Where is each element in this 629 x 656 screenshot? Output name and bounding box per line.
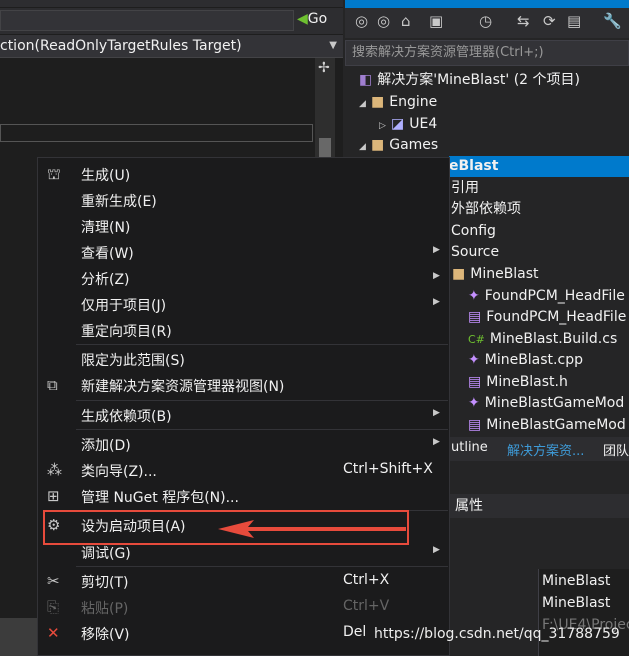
properties-header: 属性 [449, 494, 629, 518]
find-input[interactable] [0, 124, 313, 142]
home-icon[interactable]: ⌂ [401, 12, 411, 30]
go-arrow-icon: ◀ [297, 11, 308, 27]
collapsed-triangle-icon[interactable]: ▷ [379, 116, 391, 137]
menu-item-clean[interactable]: 清理(N) [37, 214, 450, 240]
sync-icon[interactable]: ⇆ [517, 12, 530, 30]
menu-separator [76, 566, 448, 567]
tree-item-solution[interactable]: ◧ 解决方案'MineBlast' (2 个项目) [359, 70, 580, 91]
refresh-icon[interactable]: ⟳ [543, 12, 556, 30]
expanded-triangle-icon[interactable]: ◢ [359, 137, 371, 158]
tree-item-ue4[interactable]: ▷ ◪ UE4 [379, 114, 437, 135]
nuget-icon: ⊞ [47, 487, 60, 505]
pending-changes-icon[interactable]: ◷ [479, 12, 492, 30]
split-view-icon[interactable]: ✢ [318, 60, 330, 76]
header-file-icon: ▤ [468, 309, 482, 325]
tree-item-mineblast-folder[interactable]: ■ MineBlast [452, 264, 539, 285]
navigate-combo[interactable] [0, 10, 294, 31]
submenu-arrow-icon: ▶ [433, 245, 440, 255]
menu-item-manage-nuget[interactable]: ⊞ 管理 NuGet 程序包(N)... [37, 484, 450, 510]
menu-item-build[interactable]: ⛫ 生成(U) [37, 162, 450, 188]
header-file-icon: ▤ [468, 417, 482, 433]
properties-title: 属性 [455, 498, 483, 514]
menu-item-project-only[interactable]: 仅用于项目(J) ▶ [37, 292, 450, 318]
tab-solution-explorer[interactable]: 解决方案资... [507, 440, 584, 459]
go-button[interactable]: ◀Go [297, 11, 327, 27]
tree-item-file[interactable]: ✦ MineBlast.cpp [468, 350, 583, 371]
remove-x-icon: ✕ [47, 624, 60, 642]
submenu-arrow-icon: ▶ [433, 408, 440, 418]
tree-item-engine[interactable]: ◢ ■ Engine [359, 92, 437, 113]
tree-item-file[interactable]: C# MineBlast.Build.cs [468, 329, 617, 350]
menu-item-class-wizard[interactable]: ⁂ 类向导(Z)... Ctrl+Shift+X [37, 458, 450, 484]
tree-item-external-deps[interactable]: 外部依赖项 [451, 199, 521, 220]
solution-search-input[interactable]: 搜索解决方案资源管理器(Ctrl+;) [345, 40, 629, 66]
expanded-triangle-icon[interactable]: ◢ [359, 94, 371, 115]
menu-item-new-explorer-view[interactable]: ⧉ 新建解决方案资源管理器视图(N) [37, 373, 450, 399]
shortcut-label: Ctrl+X [343, 572, 390, 588]
solution-explorer-toolbar: ◎ ◎ ⌂ ▣ ◷ ⇆ ⟳ ▤ 🔧 [345, 8, 629, 38]
chevron-down-icon: ▼ [329, 40, 337, 51]
tab-outline[interactable]: utline [451, 440, 488, 455]
member-combo[interactable]: ction(ReadOnlyTargetRules Target) ▼ [0, 35, 343, 58]
shortcut-label: Ctrl+V [343, 598, 390, 614]
menu-separator [76, 344, 448, 345]
class-file-icon: ✦ [468, 288, 480, 304]
property-value[interactable]: MineBlast [542, 595, 610, 611]
tree-item-references[interactable]: 引用 [451, 178, 479, 199]
menu-item-paste[interactable]: ⎘ 粘贴(P) Ctrl+V [37, 595, 450, 621]
menu-item-rebuild[interactable]: 重新生成(E) [37, 188, 450, 214]
tree-item-config[interactable]: Config [451, 221, 496, 242]
folder-icon: ■ [371, 137, 385, 153]
class-wizard-icon: ⁂ [47, 461, 62, 479]
submenu-arrow-icon: ▶ [433, 545, 440, 555]
tree-item-source[interactable]: Source [451, 242, 499, 263]
folder-icon: ■ [371, 94, 385, 110]
paste-icon: ⎘ [47, 598, 60, 616]
tree-item-file[interactable]: ▤ MineBlastGameMod [468, 415, 626, 436]
menu-item-analyze[interactable]: 分析(Z) ▶ [37, 266, 450, 292]
watermark-text: https://blog.csdn.net/qq_31788759 [374, 626, 620, 642]
solution-icon: ◧ [359, 72, 373, 88]
member-combo-text: ction(ReadOnlyTargetRules Target) [0, 38, 242, 54]
build-icon: ⛫ [47, 165, 61, 183]
tree-item-mineblast-project[interactable]: eBlast [449, 156, 629, 177]
project-icon: ◪ [391, 116, 405, 132]
folder-icon: ■ [452, 266, 466, 282]
switch-views-icon[interactable]: ▣ [429, 12, 443, 30]
tree-item-file[interactable]: ✦ MineBlastGameMod [468, 393, 624, 414]
menu-item-build-dependencies[interactable]: 生成依赖项(B) ▶ [37, 403, 450, 429]
forward-icon[interactable]: ◎ [377, 12, 390, 30]
submenu-arrow-icon: ▶ [433, 437, 440, 447]
submenu-arrow-icon: ▶ [433, 271, 440, 281]
menu-separator [76, 429, 448, 430]
editor-tab-strip [0, 0, 343, 7]
annotation-arrow [218, 520, 406, 538]
tab-team[interactable]: 团队 [603, 440, 629, 459]
header-file-icon: ▤ [468, 374, 482, 390]
tree-item-games[interactable]: ◢ ■ Games [359, 135, 438, 156]
submenu-arrow-icon: ▶ [433, 297, 440, 307]
collapse-all-icon[interactable]: ▤ [567, 12, 581, 30]
property-value[interactable]: MineBlast [542, 573, 610, 589]
shortcut-label: Del [343, 624, 367, 640]
menu-item-retarget[interactable]: 重定向项目(R) [37, 318, 450, 344]
scissors-icon: ✂ [47, 572, 60, 590]
menu-item-cut[interactable]: ✂ 剪切(T) Ctrl+X [37, 569, 450, 595]
menu-item-scope-to-this[interactable]: 限定为此范围(S) [37, 347, 450, 373]
new-view-icon: ⧉ [47, 376, 58, 394]
go-label: Go [307, 11, 328, 27]
properties-wrench-icon[interactable]: 🔧 [603, 12, 622, 30]
tree-item-file[interactable]: ▤ MineBlast.h [468, 372, 568, 393]
shortcut-label: Ctrl+Shift+X [343, 461, 433, 477]
menu-separator [76, 400, 448, 401]
menu-item-add[interactable]: 添加(D) ▶ [37, 432, 450, 458]
solution-explorer-titlebar [345, 0, 629, 8]
menu-item-view[interactable]: 查看(W) ▶ [37, 240, 450, 266]
cpp-file-icon: ✦ [468, 352, 480, 368]
tree-item-file[interactable]: ✦ FoundPCM_HeadFile [468, 286, 625, 307]
tree-item-file[interactable]: ▤ FoundPCM_HeadFile [468, 307, 626, 328]
csharp-file-icon: C# [468, 333, 485, 346]
class-file-icon: ✦ [468, 395, 480, 411]
back-icon[interactable]: ◎ [355, 12, 368, 30]
